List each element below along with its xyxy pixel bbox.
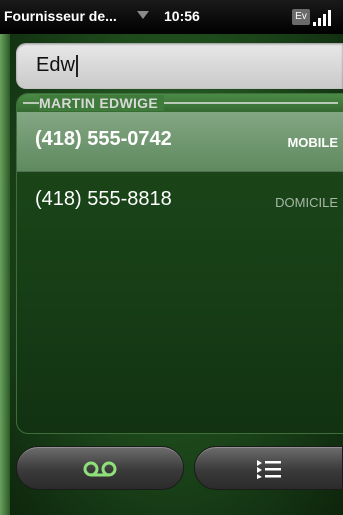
phone-number-type: DOMICILE [275,195,338,210]
network-type-badge: Ev [292,9,310,25]
voicemail-icon [83,461,117,477]
contact-name-header: MARTIN EDWIGE [17,94,343,112]
phone-number: (418) 555-8818 [35,188,172,210]
call-list-icon [257,460,281,479]
search-input[interactable]: Edw [36,54,316,77]
status-bar: Fournisseur de... 10:56 Ev [0,0,343,34]
phone-number: (418) 555-0742 [35,128,172,150]
text-cursor [75,54,78,77]
carrier-dropdown-caret-icon[interactable] [137,11,149,19]
search-bar[interactable]: Edw [16,43,343,89]
contact-results-list: MARTIN EDWIGE (418) 555-0742 MOBILE (418… [16,93,343,434]
dialer-screen: Edw MARTIN EDWIGE (418) 555-0742 MOBILE … [0,34,343,515]
search-input-value: Edw [36,54,75,76]
bottom-action-bar [0,439,343,515]
phone-screen: Fournisseur de... 10:56 Ev Edw MARTIN ED… [0,0,343,515]
contact-name: MARTIN EDWIGE [39,95,165,111]
status-clock: 10:56 [164,8,200,24]
phone-number-row[interactable]: (418) 555-0742 MOBILE [17,112,343,172]
call-list-button[interactable] [194,446,343,490]
carrier-name[interactable]: Fournisseur de... [4,8,117,24]
phone-number-row[interactable]: (418) 555-8818 DOMICILE [17,172,343,232]
voicemail-button[interactable] [16,446,184,490]
signal-strength-icon [313,8,335,26]
phone-number-type: MOBILE [287,135,338,150]
